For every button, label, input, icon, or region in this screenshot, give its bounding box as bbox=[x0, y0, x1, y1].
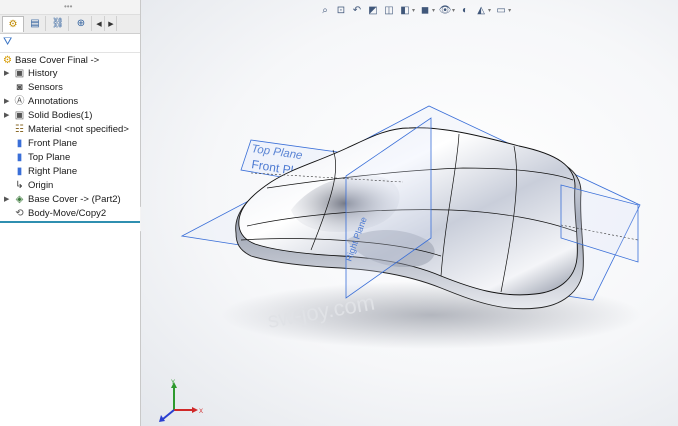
model-scene: sw-joy.com Top Plane Front Plane Right P… bbox=[180, 105, 641, 349]
feature-manager-icon: ⚙ bbox=[8, 19, 18, 30]
funnel-icon[interactable]: ⛛ bbox=[3, 36, 12, 49]
tree-item-annotations[interactable]: ▶ Ⓐ Annotations bbox=[0, 95, 140, 109]
tree-item-material[interactable]: ☷ Material <not specified> bbox=[0, 123, 140, 137]
filter-bar[interactable]: ⛛ bbox=[0, 34, 140, 53]
feature-manager-tab[interactable]: ⚙ bbox=[2, 16, 24, 32]
tree-root-label: Base Cover Final -> bbox=[15, 55, 100, 66]
property-manager-tab[interactable]: ▤ bbox=[25, 16, 46, 31]
tree-item-sensors[interactable]: ◙ Sensors bbox=[0, 81, 140, 95]
feature-manager-tabs: ⚙ ▤ ⛓ ⊕ ◀ ▶ bbox=[0, 15, 140, 34]
origin-icon: ↳ bbox=[15, 179, 24, 191]
annotations-icon: Ⓐ bbox=[14, 95, 25, 107]
graphics-viewport[interactable]: ⌕ ⊡ ↶ ◩ ◫ ◧ ▾ ◼ ▾ 👁 ▾ ◐ ◭ ▾ ▭ ▾ sw-joy.c… bbox=[141, 0, 678, 426]
tree-item-body-move-copy[interactable]: ⟲ Body-Move/Copy2 bbox=[0, 207, 140, 221]
configuration-manager-tab[interactable]: ⛓ bbox=[48, 16, 69, 31]
tree-item-front-plane[interactable]: ▮ Front Plane bbox=[0, 137, 140, 151]
tree-item-label: Base Cover -> (Part2) bbox=[28, 194, 121, 205]
plane-icon: ▮ bbox=[16, 165, 23, 177]
tree-item-history[interactable]: ▶ ▣ History bbox=[0, 67, 140, 81]
expand-arrow-icon[interactable]: ▶ bbox=[4, 95, 9, 109]
tree-item-origin[interactable]: ↳ Origin bbox=[0, 179, 140, 193]
solid-bodies-icon: ▣ bbox=[14, 109, 25, 121]
expand-arrow-icon[interactable]: ▶ bbox=[4, 193, 9, 207]
dimxpert-tab[interactable]: ⊕ bbox=[71, 16, 92, 31]
tree-item-label: Front Plane bbox=[28, 138, 78, 149]
expand-arrow-icon[interactable]: ▶ bbox=[4, 109, 9, 123]
tree-item-right-plane[interactable]: ▮ Right Plane bbox=[0, 165, 140, 179]
rollback-bar[interactable] bbox=[0, 221, 140, 223]
expand-arrow-icon[interactable]: ▶ bbox=[4, 67, 9, 81]
base-part-icon: ◈ bbox=[15, 193, 24, 205]
tree-item-label: History bbox=[28, 68, 58, 79]
material-icon: ☷ bbox=[15, 123, 24, 135]
plane-icon: ▮ bbox=[16, 151, 23, 163]
tree-item-label: Material <not specified> bbox=[28, 124, 129, 135]
z-axis bbox=[162, 409, 175, 420]
plane-icon: ▮ bbox=[16, 137, 23, 149]
tree-item-label: Body-Move/Copy2 bbox=[28, 208, 107, 219]
tree-item-top-plane[interactable]: ▮ Top Plane bbox=[0, 151, 140, 165]
dimxpert-icon: ⊕ bbox=[76, 18, 86, 29]
property-manager-icon: ▤ bbox=[30, 18, 40, 29]
history-folder-icon: ▣ bbox=[14, 67, 25, 79]
configuration-manager-icon: ⛓ bbox=[51, 18, 65, 29]
y-axis-label: Y bbox=[171, 380, 175, 386]
tree-item-label: Top Plane bbox=[28, 152, 71, 163]
tab-scroll-left[interactable]: ◀ bbox=[94, 16, 105, 31]
tree-item-base-cover[interactable]: ▶ ◈ Base Cover -> (Part2) bbox=[0, 193, 140, 207]
x-axis-label: X bbox=[199, 409, 203, 415]
tree-item-solid-bodies[interactable]: ▶ ▣ Solid Bodies(1) bbox=[0, 109, 140, 123]
tab-scroll-right[interactable]: ▶ bbox=[106, 16, 117, 31]
move-copy-body-icon: ⟲ bbox=[15, 207, 24, 219]
tree-item-label: Origin bbox=[28, 180, 54, 191]
panel-grip[interactable]: ••• bbox=[0, 0, 140, 15]
tree-item-label: Solid Bodies(1) bbox=[28, 110, 93, 121]
view-triad: Y X bbox=[159, 380, 203, 422]
part-icon: ⚙ bbox=[3, 54, 12, 66]
tree-item-label: Sensors bbox=[28, 82, 63, 93]
sensors-icon: ◙ bbox=[16, 81, 23, 93]
tree-item-label: Right Plane bbox=[28, 166, 78, 177]
tree-item-label: Annotations bbox=[28, 96, 79, 107]
feature-manager-panel: ••• ⚙ ▤ ⛓ ⊕ ◀ ▶ ⛛ ⚙ Base Cover Final -> … bbox=[0, 0, 141, 426]
